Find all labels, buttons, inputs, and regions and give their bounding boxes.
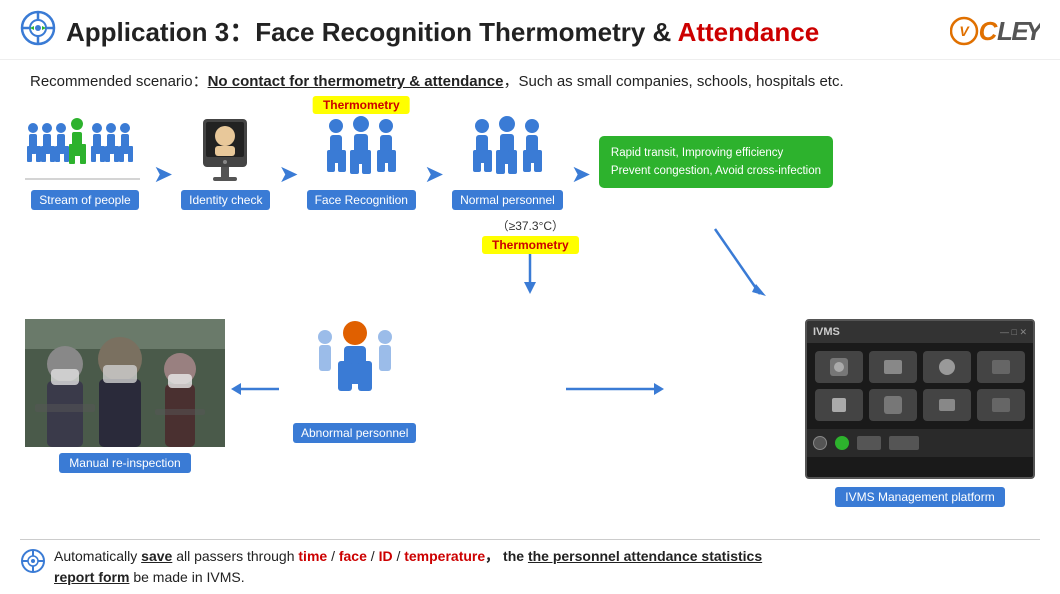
scenario-rest: ，Such as small companies, schools, hospi… xyxy=(503,73,843,90)
arrow-3: ➤ xyxy=(420,140,448,210)
green-info-box: Rapid transit, Improving efficiency Prev… xyxy=(599,136,833,189)
face-label: Face Recognition xyxy=(307,190,416,210)
header-icon xyxy=(20,10,56,51)
flow-node-stream: Stream of people xyxy=(25,114,145,210)
title-highlight: Attendance xyxy=(678,17,820,47)
identity-label: Identity check xyxy=(181,190,270,210)
flow-node-identity: Identity check xyxy=(181,114,270,210)
abnormal-label: Abnormal personnel xyxy=(293,423,416,443)
scenario-label: Recommended scenario： xyxy=(30,73,208,90)
ivms-tile-4 xyxy=(977,351,1025,383)
ivms-header-text: IVMS xyxy=(813,326,840,338)
sep2: / xyxy=(367,548,379,564)
svg-text:C: C xyxy=(979,16,999,46)
green-line2: Prevent congestion, Avoid cross-infectio… xyxy=(611,162,821,180)
mask-photo xyxy=(25,319,225,447)
svg-text:V: V xyxy=(959,23,970,39)
scenario-highlight: No contact for thermometry & attendance xyxy=(208,73,504,90)
text-id: ID xyxy=(379,548,393,564)
logo: V C L E Y xyxy=(950,12,1040,50)
ivms-header: IVMS — □ ✕ xyxy=(807,321,1033,343)
ivms-tile-8 xyxy=(977,389,1025,421)
ivms-tile-6 xyxy=(869,389,917,421)
thermo-badge-mid: Thermometry xyxy=(482,236,579,254)
text-comma: ， the xyxy=(485,548,528,564)
abnormal-wrapper: Abnormal personnel xyxy=(293,319,416,443)
text-all: all passers through xyxy=(172,548,298,564)
ivms-wrapper: IVMS — □ ✕ xyxy=(805,319,1035,507)
ivms-dot-1 xyxy=(813,436,827,450)
text-stats: the personnel attendance statistics xyxy=(528,548,762,564)
text-end: be made in IVMS. xyxy=(129,569,244,585)
text-face: face xyxy=(339,548,367,564)
temp-label: （≥37.3°C） xyxy=(497,217,564,234)
ivms-status-bar xyxy=(807,429,1033,457)
bottom-text-section: Automatically save all passers through t… xyxy=(0,540,1060,594)
bottom-text-content: Automatically save all passers through t… xyxy=(54,546,762,588)
ivms-dot-2 xyxy=(835,436,849,450)
green-line1: Rapid transit, Improving efficiency xyxy=(611,144,821,162)
text-save: save xyxy=(141,548,172,564)
sep1: / xyxy=(327,548,339,564)
ivms-tile-3 xyxy=(923,351,971,383)
ivms-tile-1 xyxy=(815,351,863,383)
ivms-tile-5 xyxy=(815,389,863,421)
diagonal-arrow xyxy=(710,224,770,309)
ivms-bar-2 xyxy=(889,436,919,450)
arrow-2: ➤ xyxy=(274,140,302,210)
bottom-icon xyxy=(20,548,46,577)
text-temperature: temperature xyxy=(404,548,485,564)
ivms-tile-7 xyxy=(923,389,971,421)
flow-node-normal: Normal personnel xyxy=(452,114,563,210)
flow-node-face: Thermometry Face Recognition xyxy=(307,114,416,210)
vertical-thermo-section: （≥37.3°C） Thermometry xyxy=(482,217,579,294)
arrow-4: ➤ xyxy=(567,140,595,210)
text-auto: Automatically xyxy=(54,548,141,564)
ivms-tile-grid xyxy=(807,343,1033,429)
scenario-bar: Recommended scenario：No contact for ther… xyxy=(0,60,1060,97)
text-time: time xyxy=(298,548,327,564)
ivms-label: IVMS Management platform xyxy=(835,487,1004,507)
sep3: / xyxy=(393,548,405,564)
photo-wrapper: Manual re-inspection xyxy=(25,319,225,473)
text-report: report form xyxy=(54,569,129,585)
thermometry-badge-top: Thermometry xyxy=(313,96,410,114)
stream-label: Stream of people xyxy=(31,190,138,210)
title-prefix: Application 3： xyxy=(66,17,255,47)
arrow-1: ➤ xyxy=(149,140,177,210)
ivms-screen: IVMS — □ ✕ xyxy=(805,319,1035,479)
ivms-bar-1 xyxy=(857,436,881,450)
header-title: Application 3：Face Recognition Thermomet… xyxy=(66,12,819,49)
svg-text:Y: Y xyxy=(1025,16,1040,46)
bottom-flow-row: Manual re-inspection xyxy=(25,319,1035,507)
header: Application 3：Face Recognition Thermomet… xyxy=(0,0,1060,60)
arrow-right-section xyxy=(428,319,799,459)
title-main: Face Recognition Thermometry & xyxy=(255,17,677,47)
arrow-left-section xyxy=(231,319,281,459)
manual-label: Manual re-inspection xyxy=(59,453,190,473)
ivms-tile-2 xyxy=(869,351,917,383)
normal-label: Normal personnel xyxy=(452,190,563,210)
